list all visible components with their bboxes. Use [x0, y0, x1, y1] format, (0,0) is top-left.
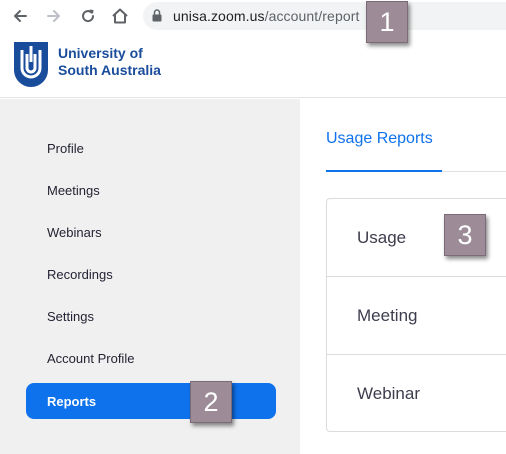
sidebar-item-meetings[interactable]: Meetings [26, 172, 276, 208]
sidebar-item-reports[interactable]: Reports [26, 383, 276, 419]
sidebar-item-profile[interactable]: Profile [26, 130, 276, 166]
url-text: unisa.zoom.us/account/report [173, 8, 359, 24]
step-callout-3: 3 [444, 214, 486, 256]
sidebar-item-webinars[interactable]: Webinars [26, 214, 276, 250]
home-button[interactable] [108, 4, 132, 28]
arrow-right-icon [47, 10, 60, 22]
sidebar-item-account-profile[interactable]: Account Profile [26, 340, 276, 376]
reload-button[interactable] [76, 4, 100, 28]
reload-icon [82, 9, 95, 23]
browser-toolbar: unisa.zoom.us/account/report [0, 0, 506, 32]
back-button[interactable] [8, 4, 32, 28]
report-item-webinar[interactable]: Webinar [327, 354, 506, 432]
logo-line-1: University of [58, 45, 143, 61]
forward-button[interactable] [42, 4, 66, 28]
university-name: University of South Australia [58, 45, 161, 79]
tab-divider [442, 171, 506, 172]
home-icon [112, 8, 128, 24]
logo-line-2: South Australia [58, 62, 161, 78]
report-item-meeting[interactable]: Meeting [327, 276, 506, 354]
app-header: University of South Australia [0, 32, 506, 98]
url-path: /account/report [264, 8, 360, 24]
lock-icon [152, 9, 162, 22]
step-callout-2: 2 [190, 381, 232, 423]
address-bar[interactable]: unisa.zoom.us/account/report [143, 2, 506, 30]
url-host: unisa.zoom.us [173, 8, 265, 24]
arrow-left-icon [14, 10, 27, 22]
step-callout-1: 1 [366, 1, 408, 43]
main-content: Usage Reports Usage Meeting Webinar [300, 99, 506, 454]
active-tab-indicator [326, 170, 442, 172]
university-logo-icon [14, 42, 48, 87]
sidebar-item-settings[interactable]: Settings [26, 298, 276, 334]
tab-usage-reports[interactable]: Usage Reports [326, 130, 433, 148]
sidebar: Profile Meetings Webinars Recordings Set… [0, 99, 300, 454]
sidebar-item-recordings[interactable]: Recordings [26, 256, 276, 292]
